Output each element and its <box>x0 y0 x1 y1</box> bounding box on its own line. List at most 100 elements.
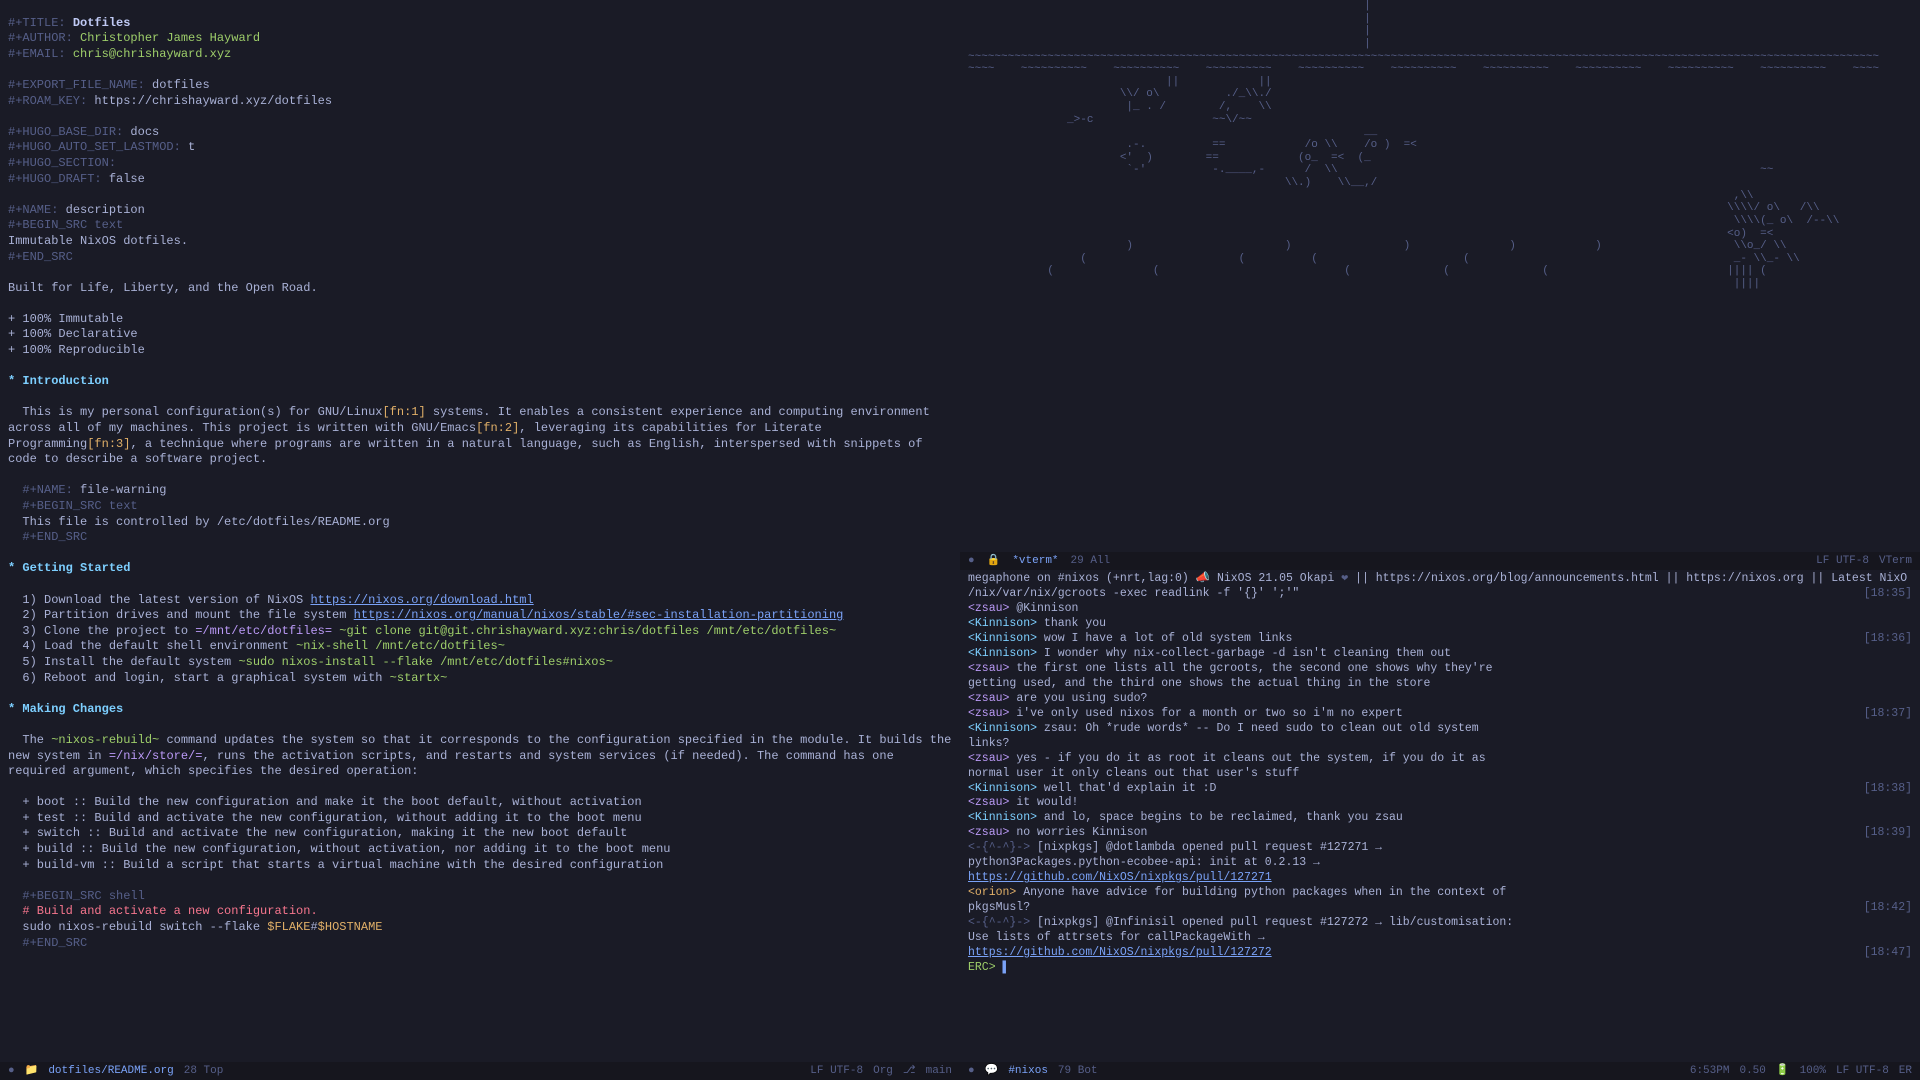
irc-nick: <zsau> <box>968 602 1009 615</box>
irc-text: thank you <box>1037 617 1106 630</box>
irc-text: links? <box>968 737 1009 750</box>
intro-text-d: , a technique where programs are written… <box>8 437 930 467</box>
irc-timestamp: [18:38] <box>1864 782 1912 797</box>
step-4: 4) Load the default shell environment <box>22 639 296 653</box>
heading-introduction[interactable]: * Introduction <box>8 374 109 388</box>
irc-text: pkgsMusl? <box>968 901 1030 914</box>
chat-icon: 💬 <box>985 1064 999 1078</box>
circle-icon: ● <box>8 1064 15 1078</box>
step-3-path: =/mnt/etc/dotfiles= <box>195 624 332 638</box>
step-3-cmd: ~git clone git@git.chrishayward.xyz:chri… <box>332 624 836 638</box>
footnote-2[interactable]: [fn:2] <box>476 421 519 435</box>
clock: 6:53PM <box>1690 1064 1730 1078</box>
irc-message: <zsau> @Kinnison <box>968 602 1912 617</box>
author-keyword: #+AUTHOR: <box>8 31 73 45</box>
end-src-3: #+END_SRC <box>22 936 87 950</box>
irc-nick: <-{^-^}-> <box>968 841 1030 854</box>
export-value: dotfiles <box>152 78 210 92</box>
irc-text: the first one lists all the gcroots, the… <box>1009 662 1492 675</box>
irc-text: python3Packages.python-ecobee-api: init … <box>968 856 1320 869</box>
irc-message: <zsau> are you using sudo? <box>968 692 1912 707</box>
irc-pane[interactable]: megaphone on #nixos (+nrt,lag:0) 📣 NixOS… <box>960 570 1920 1061</box>
irc-message: <Kinnison> well that'd explain it :D[18:… <box>968 782 1912 797</box>
irc-message: <zsau> i've only used nixos for a month … <box>968 707 1912 722</box>
irc-message: <Kinnison> and lo, space begins to be re… <box>968 811 1912 826</box>
irc-nick: <orion> <box>968 886 1016 899</box>
shell-cmd: sudo nixos-rebuild switch --flake <box>22 920 267 934</box>
left-encoding: LF UTF-8 <box>810 1064 863 1078</box>
irc-message: https://github.com/NixOS/nixpkgs/pull/12… <box>968 871 1912 886</box>
shell-var-flake: $FLAKE <box>267 920 310 934</box>
battery-icon: 🔋 <box>1776 1064 1790 1078</box>
irc-nick: <zsau> <box>968 826 1009 839</box>
irc-text: well that'd explain it :D <box>1037 782 1216 795</box>
lock-icon: 🔒 <box>987 554 1001 568</box>
irc-text: wow I have a lot of old system links <box>1037 632 1292 645</box>
irc-message: python3Packages.python-ecobee-api: init … <box>968 856 1912 871</box>
doc-author: Christopher James Hayward <box>80 31 260 45</box>
heading-making-changes[interactable]: * Making Changes <box>8 702 123 716</box>
op-4: + build-vm :: Build a script that starts… <box>22 858 663 872</box>
irc-text: Use lists of attrsets for callPackageWit… <box>968 931 1265 944</box>
irc-text: are you using sudo? <box>1009 692 1147 705</box>
right-column: | | | | ~~~~~~~~~~~~ <box>960 0 1920 1062</box>
irc-message: <Kinnison> I wonder why nix-collect-garb… <box>968 647 1912 662</box>
load-avg: 0.50 <box>1739 1064 1765 1078</box>
erc-prompt-line[interactable]: ERC> ▌ <box>968 961 1912 976</box>
hugo-base-kw: #+HUGO_BASE_DIR: <box>8 125 123 139</box>
irc-text: I wonder why nix-collect-garbage -d isn'… <box>1037 647 1451 660</box>
download-link[interactable]: https://nixos.org/download.html <box>310 593 533 607</box>
vterm-encoding: LF UTF-8 <box>1816 554 1869 568</box>
roam-keyword: #+ROAM_KEY: <box>8 94 87 108</box>
right-encoding: LF UTF-8 <box>1836 1064 1889 1078</box>
irc-nick: <Kinnison> <box>968 647 1037 660</box>
hugo-draft: false <box>109 172 145 186</box>
step-5: 5) Install the default system <box>22 655 238 669</box>
irc-buffer-name: #nixos <box>1008 1064 1048 1078</box>
name-warn: file-warning <box>80 483 166 497</box>
email-keyword: #+EMAIL: <box>8 47 66 61</box>
footnote-1[interactable]: [fn:1] <box>382 405 425 419</box>
irc-message: <zsau> the first one lists all the gcroo… <box>968 662 1912 677</box>
editor-pane[interactable]: #+TITLE: Dotfiles #+AUTHOR: Christopher … <box>0 0 960 1062</box>
erc-cursor[interactable]: ▌ <box>1003 961 1010 974</box>
intro-text: This is my personal configuration(s) for… <box>22 405 382 419</box>
irc-link[interactable]: https://github.com/NixOS/nixpkgs/pull/12… <box>968 871 1272 884</box>
bullet-0: + 100% Immutable <box>8 312 123 326</box>
end-src: #+END_SRC <box>8 250 73 264</box>
irc-message: Use lists of attrsets for callPackageWit… <box>968 931 1912 946</box>
mc-path: =/nix/store/= <box>109 749 203 763</box>
footnote-3[interactable]: [fn:3] <box>87 437 130 451</box>
irc-message: <-{^-^}-> [nixpkgs] @Infinisil opened pu… <box>968 916 1912 931</box>
irc-topic: megaphone on #nixos (+nrt,lag:0) 📣 NixOS… <box>968 572 1912 587</box>
op-0: + boot :: Build the new configuration an… <box>22 795 641 809</box>
partition-link[interactable]: https://nixos.org/manual/nixos/stable/#s… <box>354 608 844 622</box>
irc-nick: <-{^-^}-> <box>968 916 1030 929</box>
bullet-2: + 100% Reproducible <box>8 343 145 357</box>
irc-text: @Kinnison <box>1009 602 1078 615</box>
buffer-file: dotfiles/README.org <box>48 1064 173 1078</box>
irc-nick: <Kinnison> <box>968 632 1037 645</box>
folder-icon: 📁 <box>25 1064 39 1078</box>
irc-topic-2: /nix/var/nix/gcroots -exec readlink -f '… <box>968 587 1912 602</box>
warn-body: This file is controlled by /etc/dotfiles… <box>22 515 389 529</box>
tagline: Built for Life, Liberty, and the Open Ro… <box>8 281 318 295</box>
op-2: + switch :: Build and activate the new c… <box>22 826 627 840</box>
buffer-position: 28 Top <box>184 1064 224 1078</box>
step-3: 3) Clone the project to <box>22 624 195 638</box>
battery-pct: 100% <box>1800 1064 1826 1078</box>
hugo-section-kw: #+HUGO_SECTION: <box>8 156 116 170</box>
git-branch-icon: ⎇ <box>903 1064 916 1078</box>
irc-timestamp: [18:42] <box>1864 901 1912 916</box>
irc-message: https://github.com/NixOS/nixpkgs/pull/12… <box>968 946 1912 961</box>
vterm-pane[interactable]: | | | | ~~~~~~~~~~~~ <box>960 0 1920 552</box>
heading-getting-started[interactable]: * Getting Started <box>8 561 130 575</box>
step-4-cmd: ~nix-shell /mnt/etc/dotfiles~ <box>296 639 505 653</box>
irc-link[interactable]: https://github.com/NixOS/nixpkgs/pull/12… <box>968 946 1272 959</box>
irc-text: it would! <box>1009 796 1078 809</box>
irc-nick: <Kinnison> <box>968 722 1037 735</box>
irc-text: getting used, and the third one shows th… <box>968 677 1430 690</box>
irc-message: <-{^-^}-> [nixpkgs] @dotlambda opened pu… <box>968 841 1912 856</box>
irc-message: <zsau> no worries Kinnison[18:39] <box>968 826 1912 841</box>
irc-text: yes - if you do it as root it cleans out… <box>1009 752 1485 765</box>
